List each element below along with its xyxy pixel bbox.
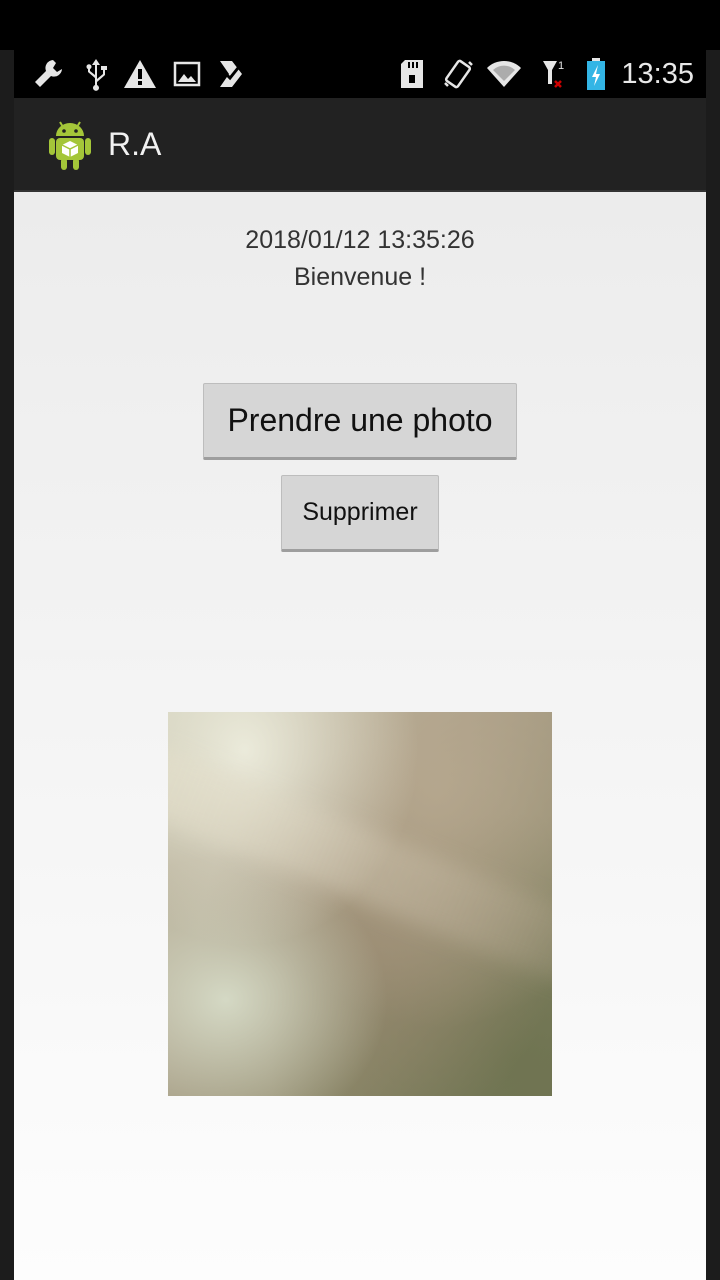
status-time: 13:35 <box>621 58 694 90</box>
app-title: R.A <box>108 126 162 162</box>
right-frame <box>706 50 720 1280</box>
main-content: 2018/01/12 13:35:26 Bienvenue ! Prendre … <box>14 192 706 1280</box>
welcome-label: Bienvenue ! <box>293 263 427 291</box>
photo-preview <box>168 712 552 1096</box>
android-icon <box>42 116 98 172</box>
left-frame <box>0 50 14 1280</box>
warning-icon <box>122 56 158 92</box>
take-photo-button[interactable]: Prendre une photo <box>203 383 517 460</box>
vibrate-icon <box>440 56 476 92</box>
sd-card-icon <box>394 56 430 92</box>
top-black-area <box>0 0 720 50</box>
checklist-icon <box>214 56 250 92</box>
wifi-icon <box>486 56 522 92</box>
action-bar: R.A <box>14 98 706 192</box>
usb-icon <box>78 56 114 92</box>
delete-button[interactable]: Supprimer <box>281 475 439 552</box>
wrench-icon <box>30 56 66 92</box>
status-bar: 1 13:35 <box>14 50 706 98</box>
signal-no-sim-icon: 1 <box>534 56 570 92</box>
image-icon <box>169 56 205 92</box>
datetime-label: 2018/01/12 13:35:26 <box>245 226 475 254</box>
battery-charging-icon <box>578 56 614 92</box>
svg-text:1: 1 <box>558 60 564 72</box>
